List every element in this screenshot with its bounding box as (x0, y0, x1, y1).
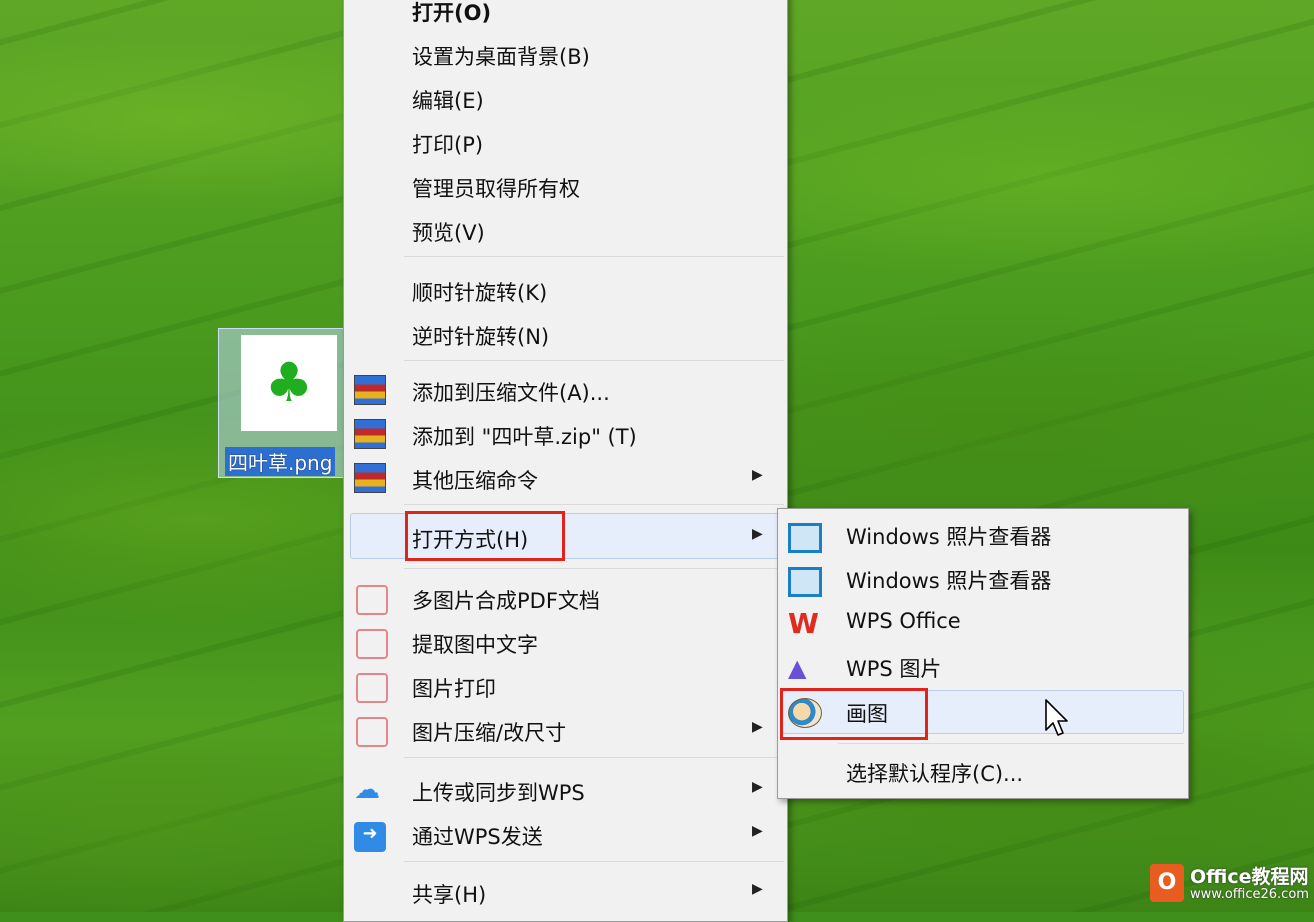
wps-pictures-icon: ▲ (788, 654, 807, 682)
submenu-item-photo-viewer[interactable]: Windows 照片查看器 (778, 515, 1188, 555)
submenu-arrow-icon: ▶ (752, 467, 763, 483)
menu-separator (404, 568, 784, 569)
menu-item-add-to-archive[interactable]: 添加到压缩文件(A)... (344, 371, 787, 411)
cloud-upload-icon: ☁ (354, 775, 380, 805)
submenu-arrow-icon: ▶ (752, 779, 763, 795)
winrar-icon (354, 375, 386, 405)
submenu-item-wps-office[interactable]: W WPS Office (778, 603, 1188, 643)
office-logo-icon: O (1150, 864, 1184, 902)
text-extract-icon (356, 629, 388, 659)
menu-item-take-ownership[interactable]: 管理员取得所有权 (344, 167, 787, 207)
open-with-highlight-box (405, 511, 565, 561)
winrar-icon (354, 463, 386, 493)
file-thumbnail: ♣ (241, 335, 337, 431)
mouse-cursor-icon (1045, 699, 1068, 736)
site-watermark: O Office教程网 www.office26.com (1150, 860, 1310, 910)
menu-item-send-wps[interactable]: ➜ 通过WPS发送 ▶ (344, 815, 787, 855)
menu-item-rotate-clockwise[interactable]: 顺时针旋转(K) (344, 271, 787, 311)
desktop-file-icon[interactable]: ♣ 四叶草.png (218, 328, 348, 478)
pdf-merge-icon (356, 585, 388, 615)
menu-item-other-compress[interactable]: 其他压缩命令 ▶ (344, 459, 787, 499)
submenu-separator (838, 743, 1184, 744)
menu-separator (404, 256, 784, 257)
menu-item-add-to-zip[interactable]: 添加到 "四叶草.zip" (T) (344, 415, 787, 455)
clover-icon: ♣ (264, 351, 314, 414)
menu-item-image-resize[interactable]: 图片压缩/改尺寸 ▶ (344, 711, 787, 751)
menu-separator (404, 861, 784, 862)
submenu-arrow-icon: ▶ (752, 719, 763, 735)
submenu-arrow-icon: ▶ (752, 881, 763, 897)
print-icon (356, 673, 388, 703)
menu-item-rotate-counterclockwise[interactable]: 逆时针旋转(N) (344, 315, 787, 355)
photo-viewer-icon (788, 523, 822, 553)
paint-highlight-box (780, 688, 928, 740)
submenu-item-photo-viewer-2[interactable]: Windows 照片查看器 (778, 559, 1188, 599)
menu-separator (404, 757, 784, 758)
file-name-label: 四叶草.png (225, 447, 336, 476)
watermark-title: Office教程网 (1190, 866, 1309, 888)
menu-item-share[interactable]: 共享(H) ▶ (344, 873, 787, 913)
submenu-item-choose-default[interactable]: 选择默认程序(C)... (778, 752, 1188, 792)
menu-item-set-background[interactable]: 设置为桌面背景(B) (344, 35, 787, 75)
menu-item-upload-wps[interactable]: ☁ 上传或同步到WPS ▶ (344, 771, 787, 811)
resize-icon (356, 717, 388, 747)
watermark-url: www.office26.com (1190, 887, 1309, 902)
send-icon: ➜ (354, 822, 386, 852)
menu-item-edit[interactable]: 编辑(E) (344, 79, 787, 119)
submenu-item-wps-pictures[interactable]: ▲ WPS 图片 (778, 647, 1188, 687)
photo-viewer-icon (788, 567, 822, 597)
menu-separator (404, 504, 784, 505)
menu-separator (404, 360, 784, 361)
submenu-arrow-icon: ▶ (752, 823, 763, 839)
winrar-icon (354, 419, 386, 449)
menu-item-preview[interactable]: 预览(V) (344, 211, 787, 251)
menu-item-print[interactable]: 打印(P) (344, 123, 787, 163)
menu-item-open[interactable]: 打开(O) (344, 0, 787, 31)
context-menu: 打开(O) 设置为桌面背景(B) 编辑(E) 打印(P) 管理员取得所有权 预览… (343, 0, 788, 922)
open-with-submenu: Windows 照片查看器 Windows 照片查看器 W WPS Office… (777, 508, 1189, 799)
wps-office-icon: W (788, 607, 819, 640)
menu-item-merge-pdf[interactable]: 多图片合成PDF文档 (344, 579, 787, 619)
menu-item-extract-text[interactable]: 提取图中文字 (344, 623, 787, 663)
submenu-arrow-icon: ▶ (752, 526, 763, 542)
menu-item-image-print[interactable]: 图片打印 (344, 667, 787, 707)
